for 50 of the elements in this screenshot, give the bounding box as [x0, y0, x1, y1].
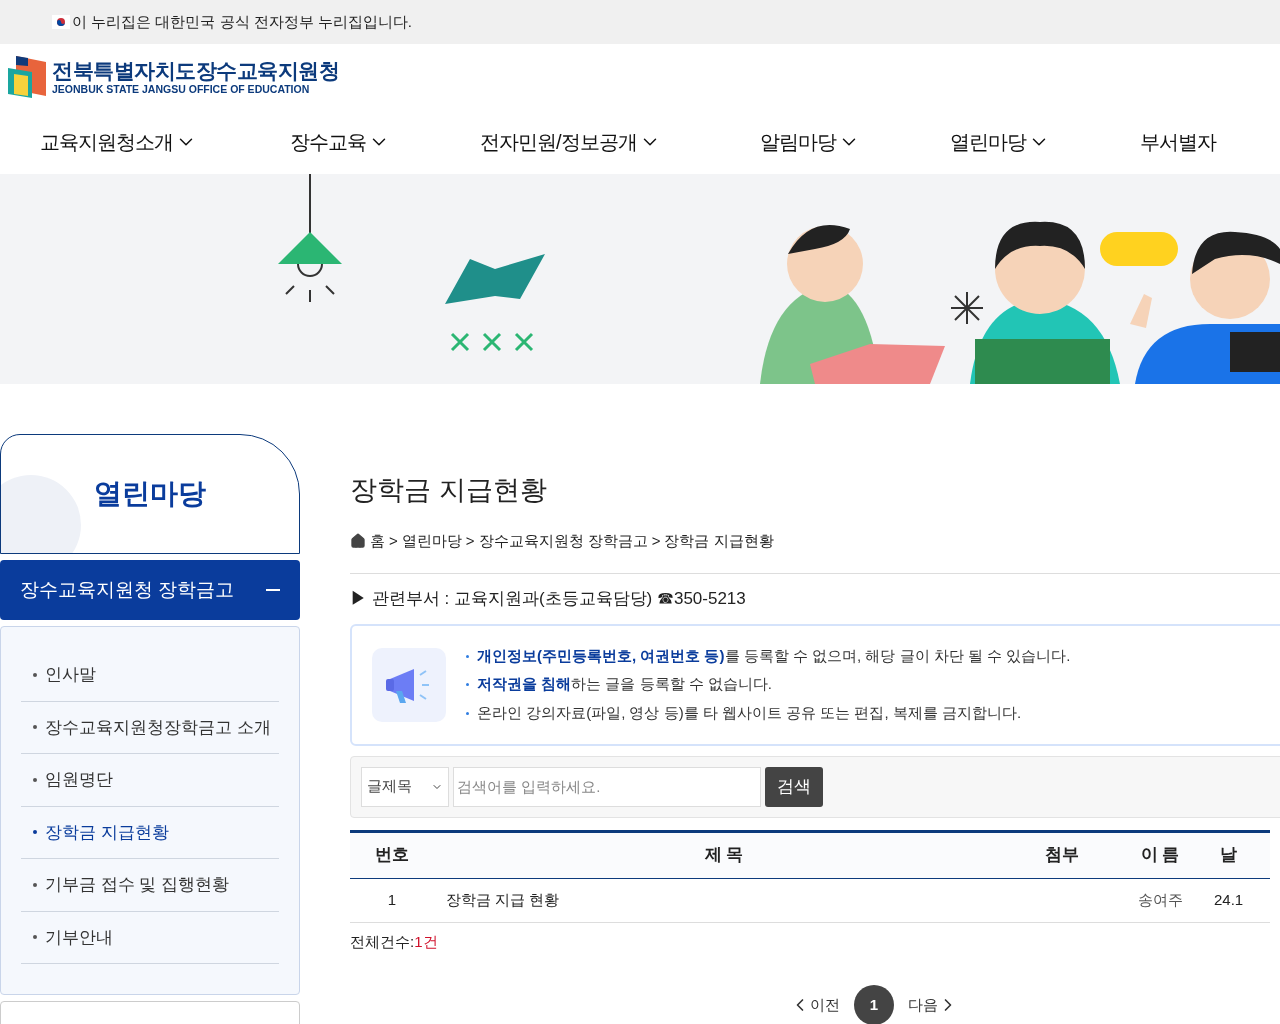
nav-menu-item[interactable]: 알림마당	[760, 127, 860, 157]
nav-menu-item[interactable]: 부서별자	[1140, 127, 1216, 157]
table-cell[interactable]: 장학금 지급 현황	[434, 878, 1014, 922]
logo-title[interactable]: 전북특별자치도장수교육지원청	[52, 59, 339, 81]
column-header: 첨부	[1014, 831, 1110, 878]
nav-menu-item[interactable]: 열린마당	[950, 127, 1050, 157]
table-cell: 24.1	[1210, 878, 1270, 922]
sidebar-menu-item[interactable]: 인사말	[21, 649, 279, 702]
search-button[interactable]: 검색	[765, 766, 823, 807]
notice-text: 온라인 강의자료(파일, 영상 등)를 타 웹사이트 공유 또는 편집, 복제를 금지합니다.	[477, 702, 1022, 723]
table-cell: 1	[350, 878, 434, 922]
total-count-label: 전체건수:	[350, 931, 415, 952]
total-count-value: 1건	[414, 931, 438, 952]
breadcrumb-link[interactable]: 홈	[370, 530, 385, 553]
nav-menu-item[interactable]: 전자민원/정보공개	[480, 127, 661, 157]
breadcrumb-link[interactable]: 장수교육지원청 장학금고	[478, 530, 648, 553]
table-cell: 송여주	[1110, 878, 1210, 922]
breadcrumb-link[interactable]: 장학금 지급현황	[664, 530, 774, 553]
home-icon	[350, 533, 366, 550]
column-header: 이 름	[1110, 831, 1210, 878]
notice-text: 저작권을 침해하는 글을 등록할 수 없습니다.	[477, 674, 772, 695]
category-select[interactable]: 글제목	[361, 766, 449, 807]
breadcrumb-separator: >	[465, 531, 475, 551]
column-header: 제 목	[434, 831, 1014, 878]
column-header: 번호	[350, 831, 434, 878]
page-number[interactable]: 1	[854, 985, 894, 1024]
logo-subtitle: JEONBUK STATE JANGSU OFFICE OF EDUCATION	[52, 83, 311, 95]
breadcrumb-link[interactable]: 열린마당	[401, 530, 462, 553]
sidebar-menu-item[interactable]: 장수교육지원청장학금고 소개	[21, 701, 279, 754]
column-header: 날	[1210, 831, 1270, 878]
page-title: 장학금 지급현황	[350, 474, 548, 507]
gov-notice-text: 이 누리집은 대한민국 공식 전자정부 누리집입니다.	[72, 11, 412, 32]
flag-icon	[52, 15, 70, 29]
breadcrumb-separator: >	[651, 531, 661, 551]
sidebar-menu-item[interactable]: 기부금 접수 및 집행현황	[21, 859, 279, 912]
previous-page-link[interactable]: 이전	[790, 993, 840, 1017]
nav-menu-item[interactable]: 교육지원청소개	[40, 127, 197, 157]
breadcrumb-separator: >	[389, 531, 398, 551]
sidebar-menu-item[interactable]: 장학금 지급현황	[21, 806, 279, 859]
department-info: ▶ 관련부서 : 교육지원과(초등교육담당) ☎350-5213	[350, 588, 747, 610]
next-page-link[interactable]: 다음	[908, 993, 958, 1017]
nav-menu-item[interactable]: 장수교육	[290, 127, 390, 157]
logo-icon	[8, 56, 46, 98]
sidebar-menu-item[interactable]: 임원명단	[21, 754, 279, 807]
search-field[interactable]: 검색어를 입력하세요.	[453, 766, 761, 807]
sidebar-title: 열린마당	[94, 477, 206, 511]
sidebar-menu-item[interactable]: 기부안내	[21, 911, 279, 964]
notice-text: 개인정보(주민등록번호, 여권번호 등)를 등록할 수 없으며, 해당 글이 차단 될 수 있습니다.	[477, 645, 1071, 666]
sidebar-section-header[interactable]: 장수교육지원청 장학금고	[0, 560, 300, 620]
megaphone-icon	[372, 647, 446, 722]
